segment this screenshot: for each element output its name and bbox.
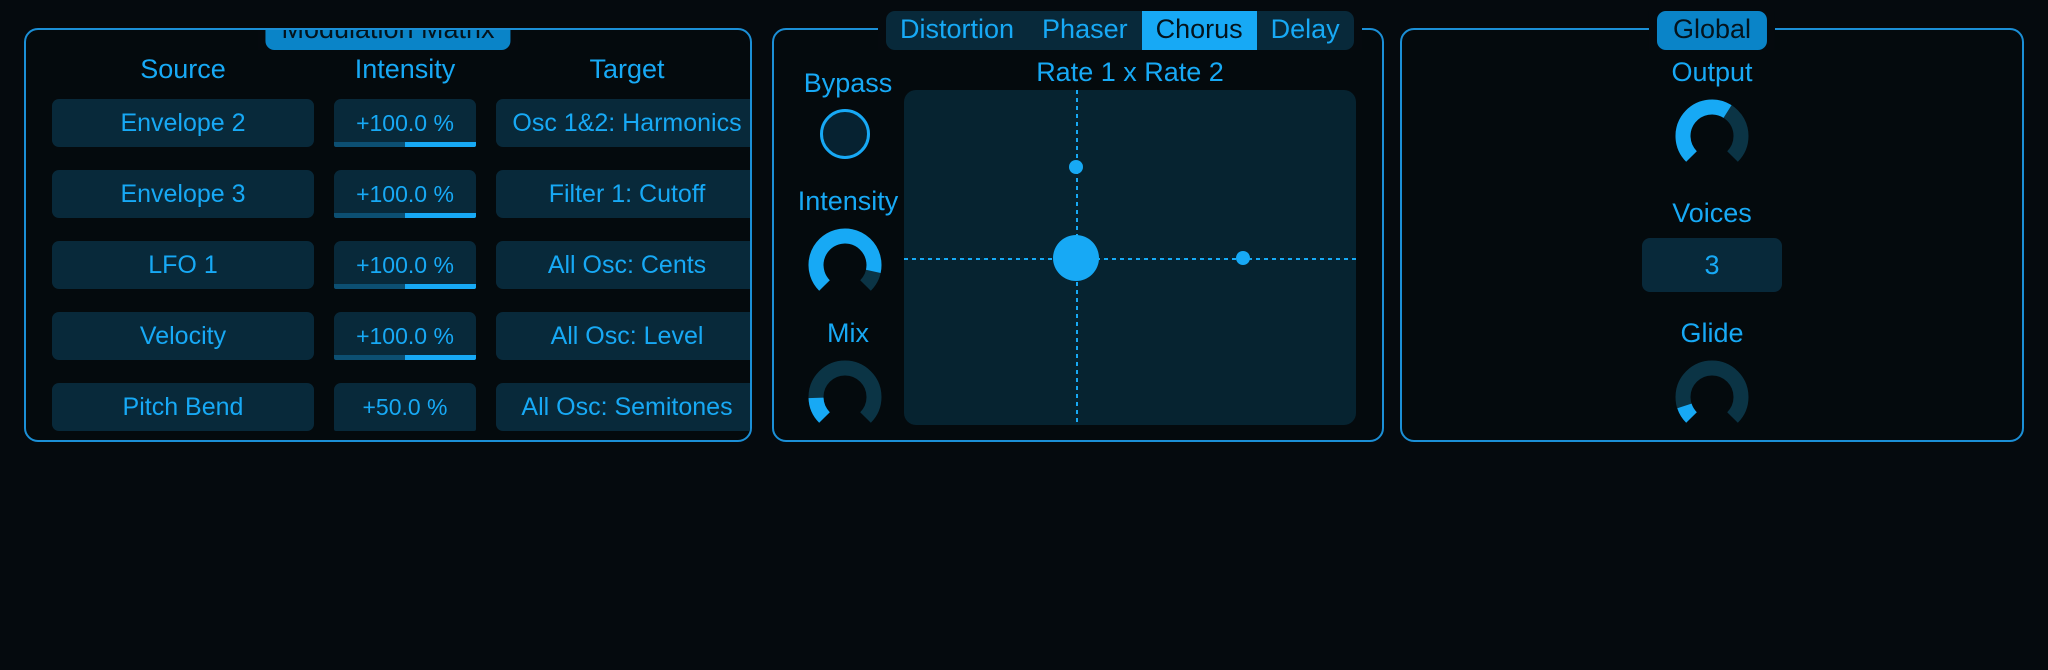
mod-intensity-value: +100.0 % (356, 322, 454, 349)
global-title: Global (1656, 11, 1768, 50)
knob-ring-icon (808, 228, 882, 291)
mod-intensity-cell[interactable]: +100.0 % (334, 241, 476, 289)
fx-body: Bypass Intensity Mix Rate 1 x Rate 2 (774, 30, 1382, 440)
mod-source-cell[interactable]: Envelope 2 (52, 99, 314, 147)
xy-pad-rate1-dot[interactable] (1236, 250, 1250, 265)
mod-target-cell[interactable]: All Osc: Semitones (496, 383, 750, 431)
voices-label: Voices (1672, 198, 1752, 228)
xy-pad[interactable] (904, 90, 1356, 425)
modulation-matrix-title: Modulation Matrix (265, 30, 511, 50)
modulation-matrix-legend: Modulation Matrix (257, 30, 519, 50)
fx-intensity-label: Intensity (797, 186, 899, 216)
bypass-label: Bypass (803, 68, 893, 98)
mod-target-cell[interactable]: Filter 1: Cutoff (496, 170, 750, 218)
mod-intensity-cell[interactable]: +100.0 % (334, 170, 476, 218)
fx-mix-label: Mix (827, 318, 869, 348)
glide-knob[interactable] (1672, 357, 1752, 437)
table-row: Velocity +100.0 % All Osc: Level (52, 312, 750, 360)
column-header-target: Target (589, 54, 665, 84)
mod-intensity-value: +100.0 % (356, 251, 454, 278)
mod-intensity-cell[interactable]: +100.0 % (334, 312, 476, 360)
xy-pad-title: Rate 1 x Rate 2 (1036, 57, 1224, 87)
knob-ring-icon (1675, 99, 1749, 162)
column-header-source: Source (140, 54, 226, 84)
mod-intensity-fill (405, 284, 476, 289)
fx-tab-distortion[interactable]: Distortion (886, 11, 1029, 50)
xy-pad-horizontal-guide (904, 257, 1356, 260)
mod-target-cell[interactable]: All Osc: Cents (496, 241, 750, 289)
fx-tabs: Distortion Phaser Chorus Delay (878, 11, 1362, 50)
mod-intensity-value: +100.0 % (356, 109, 454, 136)
table-row: Pitch Bend +50.0 % All Osc: Semitones (52, 383, 750, 431)
mod-intensity-cell[interactable]: +100.0 % (334, 99, 476, 147)
knob-ring-icon (808, 360, 882, 423)
mod-source-cell[interactable]: Pitch Bend (52, 383, 314, 431)
fx-tab-delay[interactable]: Delay (1256, 11, 1354, 50)
output-label: Output (1671, 57, 1753, 87)
mod-source-cell[interactable]: LFO 1 (52, 241, 314, 289)
glide-label: Glide (1680, 318, 1744, 348)
mod-source-cell[interactable]: Velocity (52, 312, 314, 360)
mod-intensity-fill (405, 213, 476, 218)
xy-pad-rate2-dot[interactable] (1068, 160, 1083, 175)
plugin-window: Modulation Matrix Source Intensity Targe… (0, 0, 2048, 670)
bottom-bar: MainModulation & FX Leads: Lead 1 Save N… (0, 452, 2048, 670)
mod-source-cell[interactable]: Envelope 3 (52, 170, 314, 218)
mod-target-cell[interactable]: Osc 1&2: Harmonics (496, 99, 750, 147)
fx-mix-knob[interactable] (805, 357, 885, 437)
bypass-toggle-button[interactable] (820, 109, 870, 159)
fx-tab-chorus[interactable]: Chorus (1141, 11, 1257, 50)
table-row: Envelope 2 +100.0 % Osc 1&2: Harmonics (52, 99, 750, 147)
mod-intensity-fill (405, 142, 476, 147)
modulation-matrix-panel: Modulation Matrix Source Intensity Targe… (24, 28, 752, 442)
knob-ring-icon (1675, 360, 1749, 423)
mod-intensity-value: +100.0 % (356, 180, 454, 207)
xy-pad-handle[interactable] (1052, 234, 1099, 281)
mod-intensity-fill (405, 355, 476, 360)
fx-intensity-knob[interactable] (805, 225, 885, 305)
output-knob[interactable] (1672, 96, 1752, 176)
column-header-intensity: Intensity (354, 54, 456, 84)
fx-tab-phaser[interactable]: Phaser (1028, 11, 1142, 50)
global-panel: Global Output Voices 3 Glide (1400, 11, 2024, 442)
mod-intensity-cell[interactable]: +50.0 % (334, 383, 476, 431)
mod-target-cell[interactable]: All Osc: Level (496, 312, 750, 360)
mod-intensity-value: +50.0 % (362, 393, 448, 420)
fx-panel: Distortion Phaser Chorus Delay Bypass Inten… (772, 11, 1384, 442)
table-row: Envelope 3 +100.0 % Filter 1: Cutoff (52, 170, 750, 218)
table-row: LFO 1 +100.0 % All Osc: Cents (52, 241, 750, 289)
voices-field[interactable]: 3 (1642, 238, 1782, 292)
global-legend: Global (1648, 11, 1776, 50)
matrix-rows: Envelope 2 +100.0 % Osc 1&2: Harmonics Enve… (26, 85, 750, 431)
